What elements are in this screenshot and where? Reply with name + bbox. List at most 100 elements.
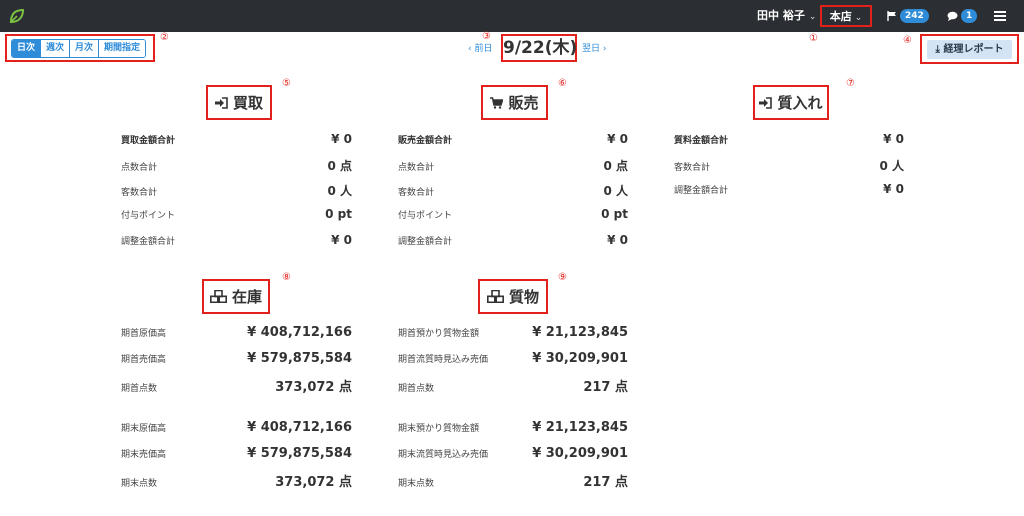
annotation-marker: ④ (903, 35, 912, 46)
current-date: 9/22(木) (501, 34, 577, 62)
stat-row: 期末原価高 ¥ 408,712,166 (121, 420, 352, 436)
annotation-marker: ⑥ (558, 78, 567, 89)
stat-value: 0 人 (327, 184, 352, 198)
stat-row: 期末預かり質物金額 ¥ 21,123,845 (398, 420, 628, 436)
stat-label: 客数合計 (674, 163, 711, 173)
messages-button[interactable]: 1 (947, 0, 978, 32)
stat-value: ¥ 0 (883, 182, 904, 196)
stat-label: 調整金額合計 (398, 237, 453, 247)
stat-value: ¥ 0 (607, 233, 628, 247)
tab-monthly[interactable]: 月次 (69, 40, 99, 57)
section-title-text: 質入れ (777, 94, 823, 112)
period-selector-highlight: 日次 週次 月次 期間指定 (5, 34, 155, 62)
stat-label: 期首点数 (121, 384, 158, 394)
stat-label: 期首流質時見込み売価 (398, 355, 489, 365)
section-title-text: 買取 (232, 94, 263, 112)
message-count-badge: 1 (961, 9, 978, 23)
stat-value: 0 点 (603, 159, 628, 173)
annotation-marker: ⑧ (282, 272, 291, 283)
user-name: 田中 裕子 (757, 9, 805, 22)
stat-label: 買取金額合計 (121, 136, 176, 146)
tab-daily[interactable]: 日次 (12, 40, 41, 57)
stat-row: 付与ポイント 0 pt (121, 207, 352, 223)
stat-row: 買取金額合計 ¥ 0 (121, 132, 352, 148)
top-bar: 田中 裕子 ⌄ 本店 ⌄ 242 1 (0, 0, 1024, 32)
stat-row: 期首点数 373,072 点 (121, 376, 352, 395)
stat-row: 期首売価高 ¥ 579,875,584 (121, 351, 352, 367)
stat-label: 質料金額合計 (674, 136, 729, 146)
accounting-report-button[interactable]: ⤓ 経理レポート (927, 40, 1012, 59)
section-title-hanbai: 販売 (481, 85, 548, 120)
report-button-label: 経理レポート (943, 44, 1004, 55)
stat-label: 付与ポイント (121, 211, 176, 221)
stat-value: ¥ 579,875,584 (247, 351, 352, 366)
cubes-icon (209, 290, 227, 303)
notification-count-badge: 242 (900, 9, 929, 23)
stat-value: ¥ 0 (607, 132, 628, 146)
previous-day-link[interactable]: ‹ 前日 (468, 41, 492, 54)
stat-row: 期首預かり質物金額 ¥ 21,123,845 (398, 325, 628, 341)
annotation-marker: ⑦ (846, 78, 855, 89)
stat-label: 期首原価高 (121, 329, 167, 339)
stat-value: 373,072 点 (275, 380, 352, 395)
stat-label: 期末原価高 (121, 424, 167, 434)
logo-icon[interactable] (8, 7, 26, 25)
user-menu[interactable]: 田中 裕子 ⌄ (757, 0, 816, 32)
stat-label: 点数合計 (398, 163, 435, 173)
stat-label: 期末点数 (121, 479, 158, 489)
section-title-kaitori: 買取 (206, 85, 272, 120)
stat-value: ¥ 21,123,845 (532, 420, 628, 435)
store-name: 本店 (829, 10, 852, 23)
stat-label: 期末流質時見込み売価 (398, 450, 489, 460)
stat-label: 客数合計 (121, 188, 158, 198)
stat-value: ¥ 0 (883, 132, 904, 146)
sign-in-icon (214, 96, 228, 109)
stat-row: 調整金額合計 ¥ 0 (121, 233, 352, 249)
annotation-marker: ⑤ (282, 78, 291, 89)
stat-label: 期末点数 (398, 479, 435, 489)
period-tab-group: 日次 週次 月次 期間指定 (11, 39, 147, 58)
cubes-icon (486, 290, 504, 303)
stat-row: 期首点数 217 点 (398, 376, 628, 395)
tab-custom-period[interactable]: 期間指定 (98, 40, 146, 57)
stat-value: ¥ 30,209,901 (532, 351, 628, 366)
stat-label: 期首点数 (398, 384, 435, 394)
stat-row: 質料金額合計 ¥ 0 (674, 132, 904, 148)
annotation-marker: ⑨ (558, 272, 567, 283)
stat-value: 0 pt (601, 207, 628, 221)
shopping-cart-icon (490, 96, 504, 109)
stat-row: 販売金額合計 ¥ 0 (398, 132, 628, 148)
stat-row: 調整金額合計 ¥ 0 (674, 182, 904, 198)
stat-row: 期末流質時見込み売価 ¥ 30,209,901 (398, 446, 628, 462)
next-day-link[interactable]: 翌日 › (582, 41, 606, 54)
stat-value: ¥ 579,875,584 (247, 446, 352, 461)
stat-value: ¥ 0 (331, 233, 352, 247)
report-button-highlight: ⤓ 経理レポート (920, 34, 1019, 64)
stat-row: 付与ポイント 0 pt (398, 207, 628, 223)
flag-icon (887, 11, 896, 21)
stat-row: 期末売価高 ¥ 579,875,584 (121, 446, 352, 462)
stat-value: 0 pt (325, 207, 352, 221)
section-title-zaiko: 在庫 (202, 279, 270, 314)
stat-label: 期末預かり質物金額 (398, 424, 480, 434)
stat-value: 0 点 (327, 159, 352, 173)
section-title-text: 質物 (508, 288, 539, 306)
stat-label: 客数合計 (398, 188, 435, 198)
stat-label: 付与ポイント (398, 211, 453, 221)
annotation-marker: ② (160, 32, 169, 43)
stat-row: 点数合計 0 点 (121, 157, 352, 173)
stat-row: 期首原価高 ¥ 408,712,166 (121, 325, 352, 341)
stat-value: 0 人 (879, 159, 904, 173)
stat-row: 期末点数 373,072 点 (121, 471, 352, 490)
tab-weekly[interactable]: 週次 (40, 40, 70, 57)
section-title-shichimotsu: 質物 (478, 279, 548, 314)
stat-row: 調整金額合計 ¥ 0 (398, 233, 628, 249)
sign-in-icon (759, 96, 773, 109)
annotation-marker: ① (809, 33, 818, 44)
chevron-down-icon: ⌄ (854, 13, 863, 23)
hamburger-menu-icon[interactable] (994, 9, 1006, 23)
store-selector[interactable]: 本店 ⌄ (820, 5, 872, 27)
notifications-button[interactable]: 242 (887, 0, 929, 32)
stat-label: 調整金額合計 (121, 237, 176, 247)
stat-label: 期末売価高 (121, 450, 167, 460)
